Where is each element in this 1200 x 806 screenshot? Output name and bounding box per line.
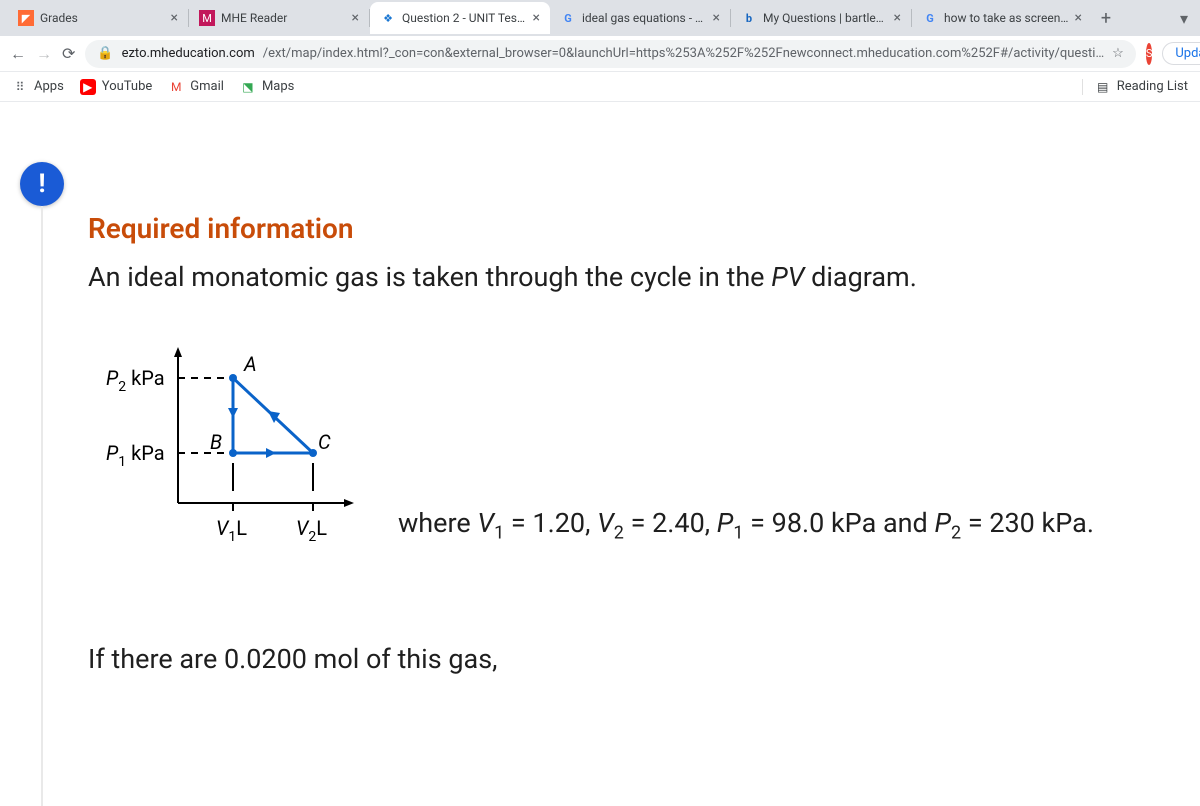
x-axis-v2-label: V2L [296,516,327,545]
point-C-label: C [318,430,331,454]
favicon-grades: ◤ [18,10,34,26]
tab-screenshot-google[interactable]: G how to take as screenshot × [912,2,1092,34]
close-icon[interactable]: × [894,10,901,26]
p1-sub: 1 [733,522,743,543]
v2-value: = 2.40, [624,507,717,539]
tab-label: ideal gas equations - Goog [582,11,707,25]
bookmark-gmail[interactable]: M Gmail [168,79,224,95]
tab-label: Question 2 - UNIT Test 7-C [402,11,527,25]
tab-label: how to take as screenshot [944,11,1069,25]
p1-symbol: P [717,507,734,539]
reading-list-label: Reading List [1117,79,1188,94]
tab-label: Grades [40,11,165,25]
bookmark-star-icon[interactable]: ☆ [1112,46,1124,61]
bookmark-label: Gmail [190,79,224,94]
close-icon[interactable]: × [352,10,359,26]
favicon-google: G [922,10,938,26]
close-icon[interactable]: × [1075,10,1082,26]
profile-avatar[interactable]: S [1146,43,1153,65]
p2-sub: 2 [951,522,961,543]
point-A-label: A [243,352,257,376]
favicon-bartleby: b [741,10,757,26]
y-axis-p1-label: P1 kPa [106,441,165,470]
question-content: ! Required information An ideal monatomi… [0,102,1200,675]
update-label: Update [1175,46,1200,61]
bookmarks-bar: ⠿ Apps ▶ YouTube M Gmail ⬔ Maps ▤ Readin… [0,72,1200,102]
alert-badge[interactable]: ! [20,162,64,206]
apps-button[interactable]: ⠿ Apps [12,79,64,95]
tab-bartleby[interactable]: b My Questions | bartleby × [731,2,911,34]
tab-label: My Questions | bartleby [763,11,888,25]
bookmark-maps[interactable]: ⬔ Maps [240,79,294,95]
forward-button[interactable]: → [36,44,52,64]
tab-label: MHE Reader [221,11,346,25]
update-button[interactable]: Update ⋮ [1162,42,1200,65]
v1-value: = 1.20, [504,507,597,539]
youtube-icon: ▶ [80,79,96,95]
given-values-text: where V1 = 1.20, V2 = 2.40, P1 = 98.0 kP… [398,507,1094,553]
pv-italic: PV [771,261,804,293]
apps-grid-icon: ⠿ [12,79,28,95]
required-information-heading: Required information [88,212,1200,245]
v1-symbol: V [477,507,494,539]
maps-icon: ⬔ [240,79,256,95]
favicon-google: G [560,10,576,26]
tab-ideal-gas-google[interactable]: G ideal gas equations - Goog × [550,2,730,34]
point-B-label: B [210,430,222,454]
url-path: /ext/map/index.html?_con=con&external_br… [263,46,1104,61]
url-domain: ezto.mheducation.com [122,46,255,61]
bookmark-label: YouTube [102,79,153,94]
p2-symbol: P [934,507,951,539]
apps-label: Apps [34,79,64,94]
tab-grades[interactable]: ◤ Grades × [8,2,188,34]
reload-button[interactable]: ⟳ [62,44,75,63]
tab-question-2[interactable]: ❖ Question 2 - UNIT Test 7-C × [370,2,550,34]
browser-tab-strip: ◤ Grades × M MHE Reader × ❖ Question 2 -… [0,0,1200,36]
bookmark-label: Maps [262,79,294,94]
p1-value: = 98.0 kPa and [743,507,934,539]
new-tab-button[interactable]: + [1092,8,1120,29]
close-icon[interactable]: × [533,10,540,26]
chevron-down-icon[interactable]: ▾ [1180,9,1188,28]
close-icon[interactable]: × [713,10,720,26]
p2-value: = 230 kPa. [961,507,1094,539]
reading-list-button[interactable]: ▤ Reading List [1082,79,1188,95]
question-prompt: An ideal monatomic gas is taken through … [88,259,1200,295]
timeline-line [41,206,43,806]
v2-symbol: V [597,507,614,539]
lock-icon: 🔒 [97,46,113,61]
reading-list-icon: ▤ [1095,79,1111,95]
bookmark-youtube[interactable]: ▶ YouTube [80,79,153,95]
close-icon[interactable]: × [171,10,178,26]
address-bar[interactable]: 🔒 ezto.mheducation.com /ext/map/index.ht… [85,40,1135,68]
favicon-question: ❖ [380,10,396,26]
x-axis-v1-label: V1L [216,516,247,545]
question-body: Required information An ideal monatomic … [88,102,1200,675]
y-axis-p2-label: P2 kPa [106,366,165,395]
where-word: where [398,507,477,539]
address-bar-row: ← → ⟳ 🔒 ezto.mheducation.com /ext/map/in… [0,36,1200,72]
v2-sub: 2 [614,522,624,543]
followup-question: If there are 0.0200 mol of this gas, [88,643,1200,675]
v1-sub: 1 [494,522,504,543]
favicon-mhe: M [199,10,215,26]
prompt-text: An ideal monatomic gas is taken through … [88,261,771,293]
back-button[interactable]: ← [10,44,26,64]
pv-diagram: A B C P2 kPa P1 kPa V1L V2L [88,333,378,553]
tab-mhe-reader[interactable]: M MHE Reader × [189,2,369,34]
prompt-text-end: diagram. [804,261,916,293]
gmail-icon: M [168,79,184,95]
